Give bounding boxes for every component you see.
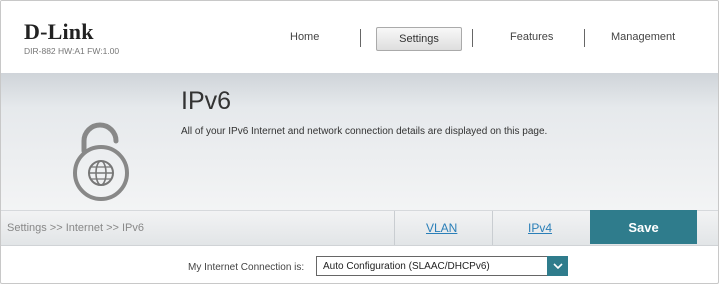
app-window: D-Link DIR-882 HW:A1 FW:1.00 Home Settin… xyxy=(0,0,719,284)
breadcrumb: Settings >> Internet >> IPv6 xyxy=(7,222,144,234)
nav-separator xyxy=(472,29,473,47)
nav-separator xyxy=(360,29,361,47)
chevron-down-icon[interactable] xyxy=(547,256,568,276)
nav-features[interactable]: Features xyxy=(510,31,553,43)
top-header: D-Link DIR-882 HW:A1 FW:1.00 Home Settin… xyxy=(1,1,718,73)
vlan-link[interactable]: VLAN xyxy=(426,221,457,235)
ipv4-link[interactable]: IPv4 xyxy=(528,221,552,235)
tab-divider xyxy=(492,211,493,245)
tab-divider xyxy=(394,211,395,245)
save-button[interactable]: Save xyxy=(590,210,697,244)
page-hero: IPv6 All of your IPv6 Internet and netwo… xyxy=(1,73,718,210)
globe-lock-icon xyxy=(68,121,134,201)
nav-separator xyxy=(584,29,585,47)
action-bar: Settings >> Internet >> IPv6 VLAN IPv4 S… xyxy=(1,210,718,246)
connection-type-value: Auto Configuration (SLAAC/DHCPv6) xyxy=(323,261,490,272)
connection-type-label: My Internet Connection is: xyxy=(188,262,305,273)
nav-home[interactable]: Home xyxy=(290,31,319,43)
dlink-logo: D-Link xyxy=(24,19,94,44)
model-info: DIR-882 HW:A1 FW:1.00 xyxy=(24,46,120,56)
nav-management[interactable]: Management xyxy=(611,31,675,43)
page-title: IPv6 xyxy=(181,87,232,115)
connection-type-select[interactable]: Auto Configuration (SLAAC/DHCPv6) xyxy=(316,256,568,276)
page-description: All of your IPv6 Internet and network co… xyxy=(181,126,548,137)
nav-settings[interactable]: Settings xyxy=(376,27,462,51)
